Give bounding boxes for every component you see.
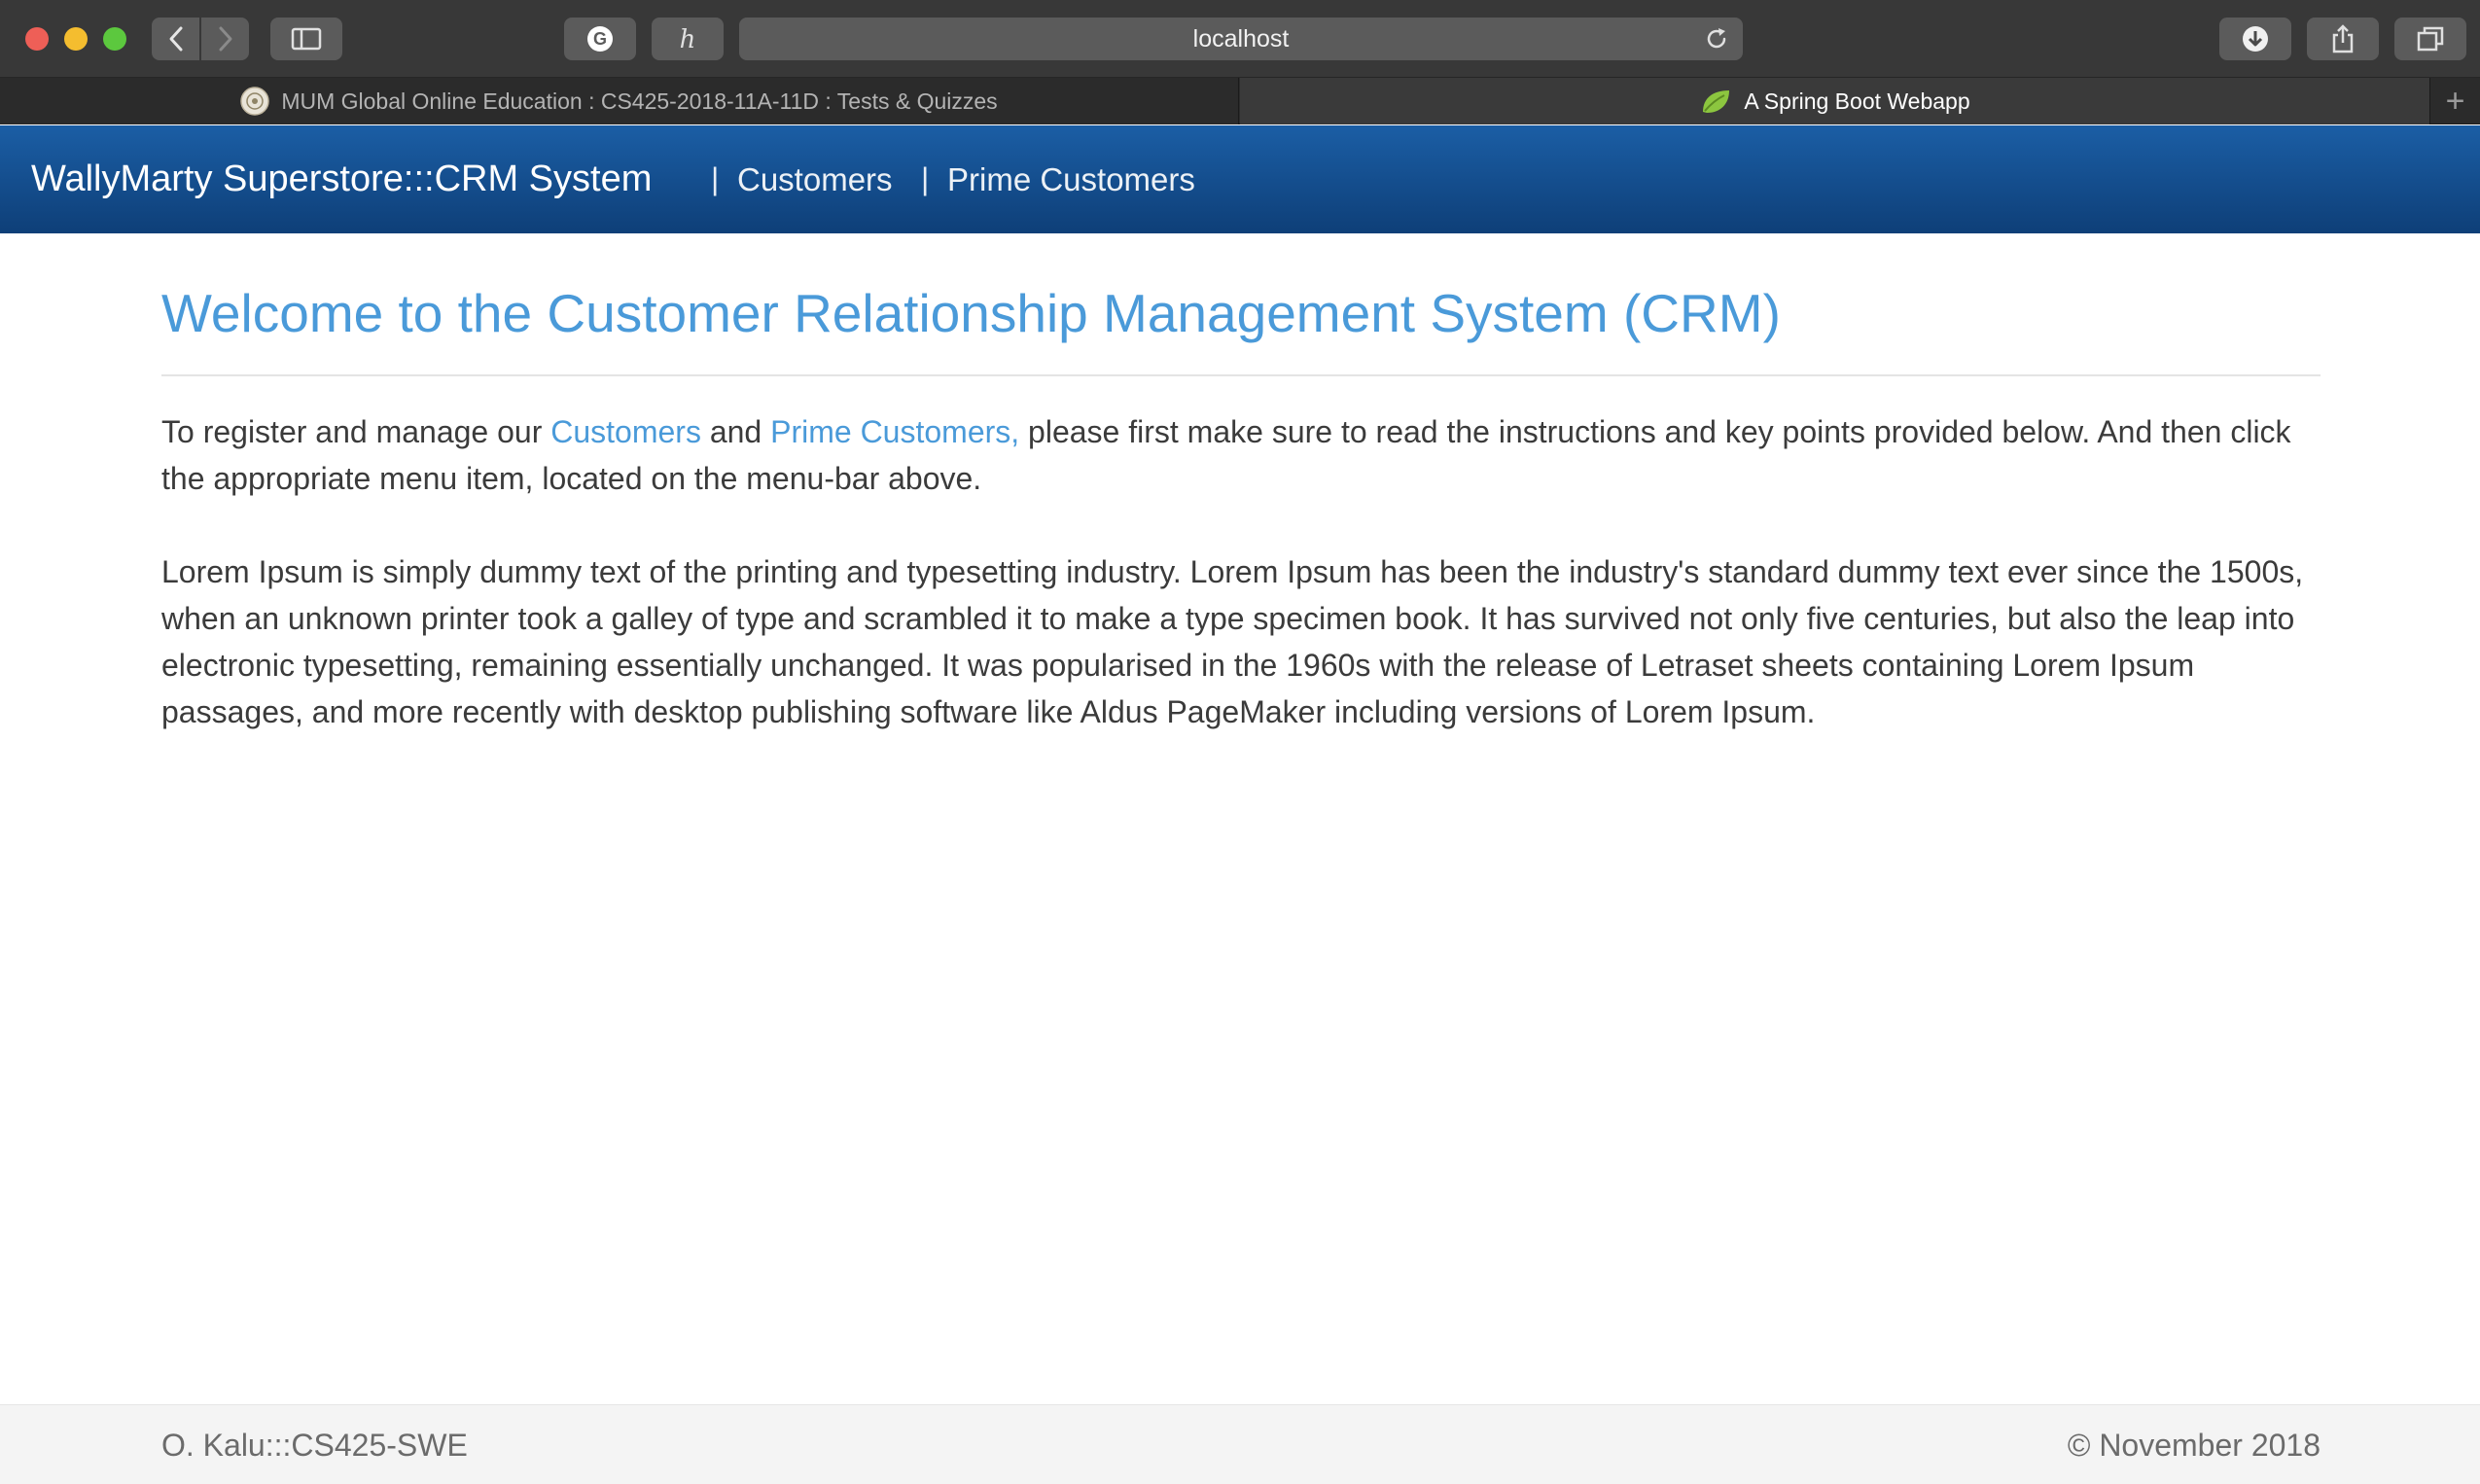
intro-paragraph: To register and manage our Customers and… [161,408,2321,502]
browser-tab-mum[interactable]: MUM Global Online Education : CS425-2018… [0,78,1239,124]
nav-separator: | [921,161,930,196]
close-window-icon[interactable] [25,27,49,51]
share-button[interactable] [2307,18,2379,60]
history-navigation [152,18,249,60]
forward-button[interactable] [201,18,249,60]
customers-link[interactable]: Customers [550,414,701,449]
downloads-button[interactable] [2219,18,2291,60]
zoom-window-icon[interactable] [103,27,126,51]
body-paragraph: Lorem Ipsum is simply dummy text of the … [161,554,2304,729]
nav-link-prime-customers[interactable]: Prime Customers [947,125,1195,233]
forward-arrow-icon [219,26,231,52]
browser-tab-spring[interactable]: A Spring Boot Webapp [1240,78,2429,124]
reload-icon[interactable] [1704,26,1729,52]
back-button[interactable] [152,18,199,60]
footer-copyright: © November 2018 [2067,1428,2321,1463]
intro-text: To register and manage our [161,414,551,449]
address-text: localhost [1192,25,1290,53]
nav-separator: | [711,161,720,196]
browser-tab-bar: MUM Global Online Education : CS425-2018… [0,78,2480,124]
minimize-window-icon[interactable] [64,27,88,51]
browser-tab-label: A Spring Boot Webapp [1744,88,1970,114]
app-navbar: WallyMarty Superstore:::CRM System | Cus… [0,125,2480,233]
address-bar[interactable]: localhost [739,18,1743,60]
spring-leaf-favicon [1699,87,1732,116]
honey-icon: h [680,25,696,53]
svg-text:G: G [593,29,607,49]
nav-link-customers[interactable]: Customers [737,125,893,233]
footer-author: O. Kalu:::CS425-SWE [161,1428,468,1463]
intro-text: and [700,414,771,449]
prime-customers-link[interactable]: Prime Customers, [770,414,1019,449]
browser-tab-label: MUM Global Online Education : CS425-2018… [281,88,998,114]
grammarly-extension-button[interactable]: G [564,18,636,60]
tab-overview-icon [2417,26,2444,52]
honey-extension-button[interactable]: h [652,18,724,60]
back-arrow-icon [169,26,182,52]
tab-overview-button[interactable] [2394,18,2466,60]
title-divider [161,374,2321,376]
sidebar-button[interactable] [270,18,342,60]
page-footer: O. Kalu:::CS425-SWE © November 2018 [0,1404,2480,1484]
page-title: Welcome to the Customer Relationship Man… [161,283,1781,343]
mum-favicon [240,87,270,116]
sidebar-icon [291,27,322,51]
navbar-brand[interactable]: WallyMarty Superstore:::CRM System [31,125,652,233]
grammarly-icon: G [587,26,613,52]
share-icon [2332,24,2354,53]
download-icon [2243,26,2268,52]
browser-toolbar: G h localhost [0,0,2480,78]
new-tab-button[interactable]: + [2429,78,2480,124]
svg-text:h: h [680,25,696,53]
